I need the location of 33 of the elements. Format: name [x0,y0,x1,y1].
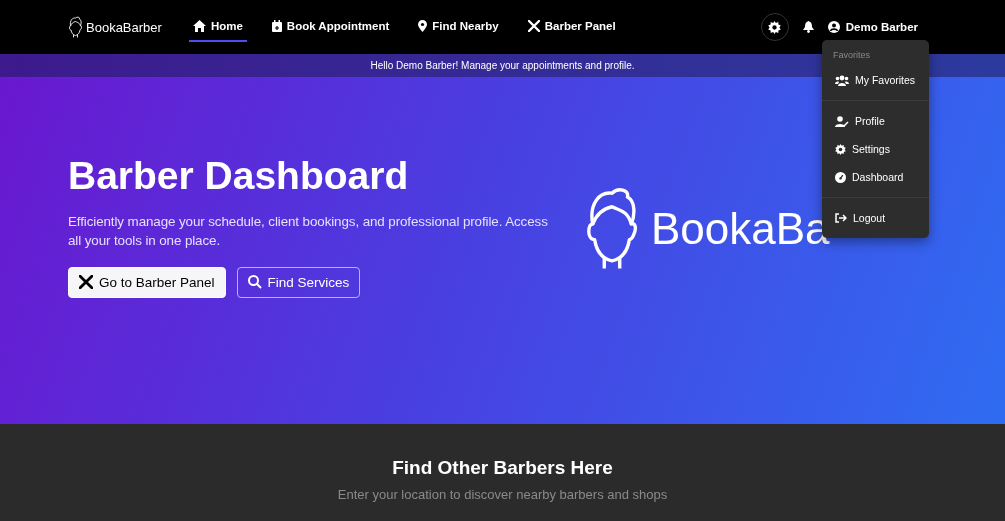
user-menu-button[interactable]: Demo Barber [827,21,918,33]
settings-icon [835,143,846,155]
menu-item[interactable]: Settings [822,135,929,163]
head-icon [68,16,83,38]
greeting-text: Hello Demo Barber! Manage your appointments and profile. [370,60,635,71]
find-services-button[interactable]: Find Services [236,266,361,298]
logout-icon [835,213,847,223]
home-icon [192,20,206,32]
calendar-icon [271,20,282,32]
menu-item[interactable]: Dashboard [822,163,929,191]
brand-link[interactable]: BookaBarber [68,16,162,38]
search-icon [247,275,262,289]
barber-panel-button[interactable]: Go to Barber Panel [68,266,226,298]
hero-text: Efficiently manage your schedule, client bookings, and professional profile. Access all your tools in one place. [68,212,549,250]
theme-toggle-button[interactable] [760,13,789,41]
settings-icon [768,20,782,34]
menu-header: Favorites [832,49,871,62]
find-title: Find Other Barbers Here [391,457,614,479]
bell-icon[interactable] [802,21,814,33]
gauge-icon [835,171,846,183]
map-pin-icon [418,20,428,32]
group-icon [835,74,849,86]
hero-title: Barber Dashboard [68,153,410,198]
menu-item[interactable]: Profile [822,107,929,135]
user-edit-icon [835,115,849,127]
menu-item[interactable]: Logout [822,204,929,232]
user-icon [827,21,840,33]
nav-link[interactable]: Home [188,12,247,42]
nav-link[interactable]: Book Appointment [267,12,394,42]
nav-link[interactable]: Barber Panel [523,12,620,42]
nav-link[interactable]: Find Nearby [414,12,503,42]
menu-item[interactable]: My Favorites [822,66,929,94]
find-subtitle: Enter your location to discover nearby barbers and shops [336,487,669,502]
